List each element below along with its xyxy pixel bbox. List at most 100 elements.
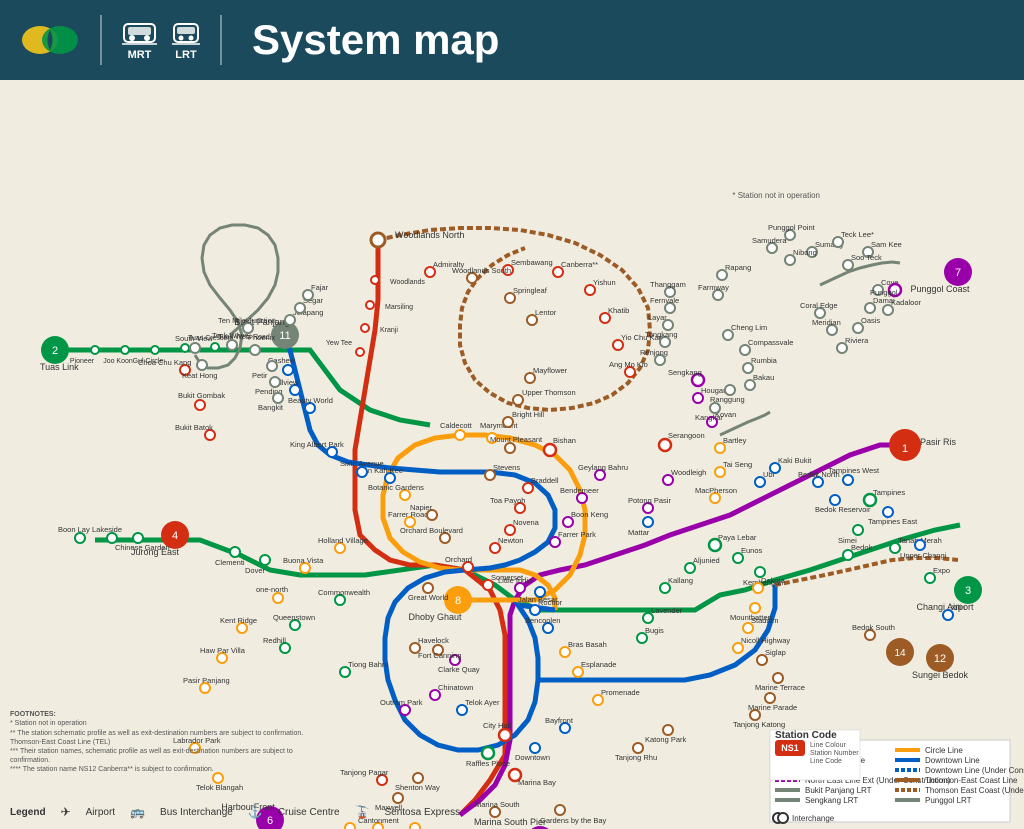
svg-text:Tanjong Rhu: Tanjong Rhu <box>615 753 657 762</box>
svg-text:Outram Park: Outram Park <box>380 698 423 707</box>
bukit-panjang-number: 11 <box>279 330 290 342</box>
svg-text:Soo Teck: Soo Teck <box>851 253 882 262</box>
svg-text:Newton: Newton <box>498 536 523 545</box>
svg-text:Tampines: Tampines <box>873 488 905 497</box>
mrt-icon <box>122 19 157 47</box>
svg-text:Queenstown: Queenstown <box>273 613 315 622</box>
svg-text:Bugis: Bugis <box>645 626 664 635</box>
svg-text:Bartley: Bartley <box>723 436 747 445</box>
svg-text:Downtown: Downtown <box>515 753 550 762</box>
svg-text:Ang Mo Kio: Ang Mo Kio <box>609 360 648 369</box>
svg-text:Stadium: Stadium <box>751 616 779 625</box>
svg-text:Lentor: Lentor <box>535 308 557 317</box>
svg-text:Commonwealth: Commonwealth <box>318 588 370 597</box>
logo-area <box>20 15 80 65</box>
svg-text:City Hall: City Hall <box>483 721 511 730</box>
svg-text:Siglap: Siglap <box>765 648 786 657</box>
svg-text:Tiong Bahru: Tiong Bahru <box>348 660 389 669</box>
svg-text:Sembawang: Sembawang <box>511 258 553 267</box>
svg-text:Downtown Line (Under Construct: Downtown Line (Under Construction) <box>925 766 1024 775</box>
svg-text:Riviera: Riviera <box>845 336 869 345</box>
changi-number: 3 <box>965 585 971 597</box>
svg-text:Joo Koon: Joo Koon <box>103 358 133 365</box>
svg-text:Yew Tee: Yew Tee <box>326 340 352 347</box>
header-divider <box>100 15 102 65</box>
svg-text:Line Code: Line Code <box>810 758 842 765</box>
svg-text:Farrer Park: Farrer Park <box>558 530 596 539</box>
svg-text:Tai Seng: Tai Seng <box>723 460 752 469</box>
svg-text:Tanjong Pagar: Tanjong Pagar <box>340 768 389 777</box>
svg-text:Bangkit: Bangkit <box>258 403 284 412</box>
svg-text:Line Colour: Line Colour <box>810 742 846 749</box>
svg-text:Bright Hill: Bright Hill <box>512 410 544 419</box>
legend-label: Legend <box>10 807 46 818</box>
tuas-link-number: 2 <box>52 345 58 357</box>
svg-text:Bishan: Bishan <box>553 436 576 445</box>
svg-text:Stevens: Stevens <box>493 463 520 472</box>
svg-text:Bukit Panjang LRT: Bukit Panjang LRT <box>805 786 872 795</box>
bus-icon: 🚌 <box>130 805 145 819</box>
svg-text:Mattar: Mattar <box>628 528 650 537</box>
airport-label: Airport <box>86 807 115 818</box>
punggol-coast-label: Punggol Coast <box>910 284 970 294</box>
svg-text:Toa Payoh: Toa Payoh <box>490 496 525 505</box>
svg-text:Esplanade: Esplanade <box>581 660 616 669</box>
svg-text:Caldecott: Caldecott <box>440 421 473 430</box>
svg-text:Circle Line: Circle Line <box>925 746 963 755</box>
svg-text:Telok Ayer: Telok Ayer <box>465 698 500 707</box>
page-header: MRT LRT System map <box>0 0 1024 80</box>
svg-text:Sixth Avenue: Sixth Avenue <box>340 459 384 468</box>
svg-text:Kadaloor: Kadaloor <box>891 298 922 307</box>
svg-text:Clarke Quay: Clarke Quay <box>438 665 480 674</box>
pasir-ris-label: Pasir Ris <box>920 437 957 447</box>
svg-text:Dover: Dover <box>245 566 266 575</box>
svg-text:Marine Terrace: Marine Terrace <box>755 683 805 692</box>
svg-text:Kent Ridge: Kent Ridge <box>220 616 257 625</box>
svg-text:Downtown Line: Downtown Line <box>925 756 980 765</box>
svg-text:Gardens by the Bay: Gardens by the Bay <box>540 816 607 825</box>
svg-text:Orchard: Orchard <box>445 555 472 564</box>
svg-text:Botanic Gardens: Botanic Gardens <box>368 483 424 492</box>
svg-text:Geylang Bahru: Geylang Bahru <box>578 463 628 472</box>
transport-icons: MRT LRT <box>122 19 200 61</box>
svg-text:Bakau: Bakau <box>753 373 774 382</box>
station-code-title: Station Code <box>775 730 837 741</box>
footnotes: FOOTNOTES: * Station not in operation **… <box>10 710 310 774</box>
svg-text:Jalan Besar: Jalan Besar <box>518 595 558 604</box>
svg-text:Little India: Little India <box>498 576 533 585</box>
svg-text:Bedok Reservoir: Bedok Reservoir <box>815 505 871 514</box>
svg-text:Rumbia: Rumbia <box>751 356 778 365</box>
lrt-icon-item: LRT <box>172 19 200 61</box>
svg-text:Yishun: Yishun <box>593 278 616 287</box>
svg-text:Punggol: Punggol <box>870 288 898 297</box>
svg-text:Fernvale: Fernvale <box>650 296 679 305</box>
svg-text:Dakota: Dakota <box>761 576 786 585</box>
svg-text:Keat Hong: Keat Hong <box>182 371 217 380</box>
header-divider-2 <box>220 15 222 65</box>
svg-text:Mayflower: Mayflower <box>533 366 568 375</box>
airport-icon: ✈ <box>61 805 71 819</box>
mrt-icon-item: MRT <box>122 19 157 61</box>
svg-text:Potong Pasir: Potong Pasir <box>628 496 671 505</box>
svg-text:Havelock: Havelock <box>418 636 449 645</box>
svg-text:Aljunied: Aljunied <box>693 556 720 565</box>
svg-text:Sam Kee: Sam Kee <box>871 240 902 249</box>
svg-text:Choa Chu Kang: Choa Chu Kang <box>138 358 191 367</box>
svg-text:Katong Park: Katong Park <box>645 735 687 744</box>
svg-text:Woodlands: Woodlands <box>390 279 425 286</box>
svg-text:Bukit Batok: Bukit Batok <box>175 423 213 432</box>
svg-text:Woodlands South: Woodlands South <box>452 266 511 275</box>
svg-text:Interchange: Interchange <box>792 814 835 823</box>
svg-text:Ten Mile Junction: Ten Mile Junction <box>218 316 276 325</box>
svg-text:Marina South: Marina South <box>475 800 520 809</box>
svg-text:Boon Lay: Boon Lay <box>58 525 90 534</box>
svg-text:Serangoon: Serangoon <box>668 431 705 440</box>
svg-text:Pioneer: Pioneer <box>70 358 95 365</box>
svg-text:Kangkar: Kangkar <box>695 413 723 422</box>
svg-text:Punggol LRT: Punggol LRT <box>925 796 972 805</box>
svg-text:Bedok South: Bedok South <box>852 623 895 632</box>
cruise-icon: ⚓ <box>248 805 263 819</box>
bus-interchange-label: Bus Interchange <box>160 807 233 818</box>
svg-text:Napier: Napier <box>410 503 433 512</box>
page-title: System map <box>252 16 499 64</box>
